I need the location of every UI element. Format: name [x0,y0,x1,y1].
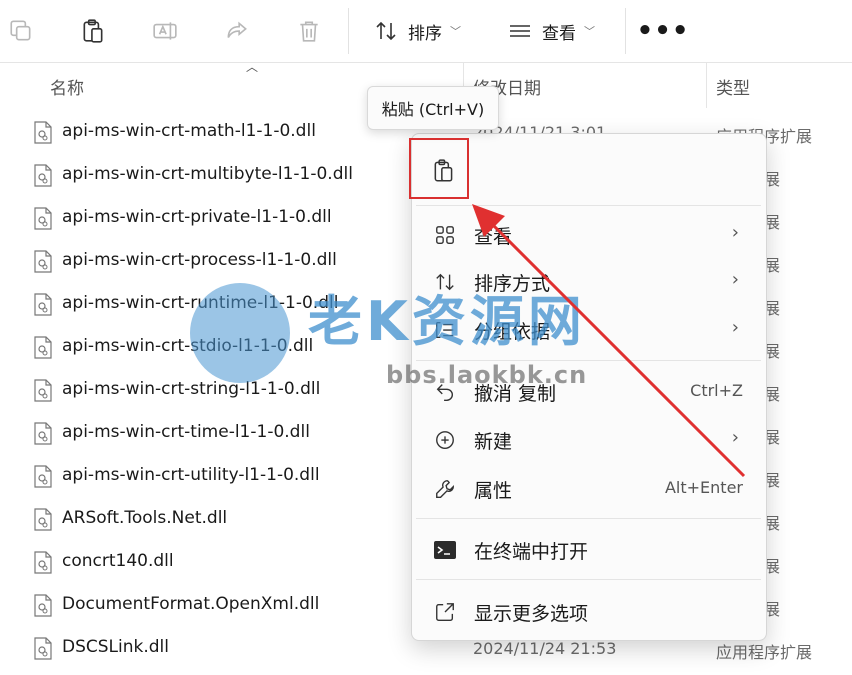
file-name: DSCSLink.dll [62,637,169,657]
menu-item-new[interactable]: 新建 › [416,415,761,463]
menu-item-group-by[interactable]: 分组依据 › [416,305,761,353]
file-name: DocumentFormat.OpenXml.dll [62,594,320,614]
file-name: api-ms-win-crt-math-l1-1-0.dll [62,121,316,141]
delete-icon[interactable] [294,14,324,48]
paste-icon [434,159,453,182]
dll-file-icon [34,637,52,660]
dll-file-icon [34,250,52,273]
sort-label: 排序 [408,23,442,44]
menu-item-label: 在终端中打开 [474,541,589,563]
file-date: 2024/11/24 21:53 [473,639,617,658]
menu-separator [416,205,761,206]
menu-item-label: 排序方式 [474,273,551,295]
file-name: api-ms-win-crt-stdio-l1-1-0.dll [62,336,314,356]
dll-file-icon [34,164,52,187]
more-options-icon[interactable]: ••• [637,14,689,48]
menu-separator [416,579,761,580]
toolbar-separator [625,8,626,54]
menu-separator [416,518,761,519]
file-name: concrt140.dll [62,551,174,571]
dll-file-icon [34,594,52,617]
terminal-icon [432,537,458,563]
dll-file-icon [34,379,52,402]
dll-file-icon [34,465,52,488]
file-name: api-ms-win-crt-process-l1-1-0.dll [62,250,337,270]
shortcut-label: Ctrl+Z [690,381,743,400]
add-circle-icon [432,427,458,453]
menu-item-view[interactable]: 查看 › [416,210,761,258]
toolbar-separator [348,8,349,54]
command-bar: 排序 ﹀ 查看 ﹀ ••• [0,0,852,63]
sort-button[interactable]: 排序 ﹀ [374,18,461,44]
rename-icon[interactable] [150,14,180,48]
menu-item-label: 新建 [474,431,513,453]
column-divider[interactable] [706,62,707,108]
menu-item-undo-copy[interactable]: 撤消 复制 Ctrl+Z [416,367,761,415]
paste-icon[interactable] [78,14,108,48]
file-name: api-ms-win-crt-runtime-l1-1-0.dll [62,293,339,313]
menu-item-label: 分组依据 [474,321,551,343]
context-paste-button[interactable] [426,153,462,189]
share-icon[interactable] [222,14,252,48]
sort-icon [432,269,458,295]
menu-item-label: 撤消 复制 [474,383,557,405]
file-name: api-ms-win-crt-string-l1-1-0.dll [62,379,321,399]
chevron-right-icon: › [731,427,739,448]
dll-file-icon [34,293,52,316]
sort-icon [376,21,396,41]
chevron-right-icon: › [731,222,739,243]
copy-icon[interactable] [6,14,36,48]
chevron-right-icon: › [731,269,739,290]
menu-item-label: 查看 [474,226,513,248]
menu-item-open-in-terminal[interactable]: 在终端中打开 [416,525,761,573]
view-list-icon [510,25,530,37]
file-type: 应用程序扩展 [716,643,813,662]
undo-icon [432,379,458,405]
file-name: api-ms-win-crt-time-l1-1-0.dll [62,422,310,442]
dll-file-icon [34,121,52,144]
menu-item-sort-by[interactable]: 排序方式 › [416,257,761,305]
wrench-icon [432,476,458,502]
column-header-type[interactable]: 类型 [716,74,750,99]
view-label: 查看 [542,23,576,44]
column-header-name[interactable]: 名称 [50,74,84,99]
group-by-icon [432,317,458,343]
dll-file-icon [34,508,52,531]
menu-separator [416,360,761,361]
dll-file-icon [34,207,52,230]
menu-item-label: 显示更多选项 [474,603,589,625]
dll-file-icon [34,336,52,359]
shortcut-label: Alt+Enter [664,478,743,497]
chevron-down-icon: ﹀ [584,25,595,38]
view-grid-icon [432,222,458,248]
menu-item-properties[interactable]: 属性 Alt+Enter [416,464,761,512]
paste-tooltip: 粘贴 (Ctrl+V) [367,86,499,130]
chevron-right-icon: › [731,317,739,338]
file-name: api-ms-win-crt-multibyte-l1-1-0.dll [62,164,353,184]
dll-file-icon [34,422,52,445]
open-external-icon [432,599,458,625]
chevron-down-icon: ﹀ [450,25,461,38]
file-name: api-ms-win-crt-private-l1-1-0.dll [62,207,332,227]
menu-item-show-more-options[interactable]: 显示更多选项 [416,587,761,635]
file-name: api-ms-win-crt-utility-l1-1-0.dll [62,465,320,485]
view-button[interactable]: 查看 ﹀ [508,18,595,44]
menu-item-label: 属性 [474,480,513,502]
dll-file-icon [34,551,52,574]
file-name: ARSoft.Tools.Net.dll [62,508,228,528]
